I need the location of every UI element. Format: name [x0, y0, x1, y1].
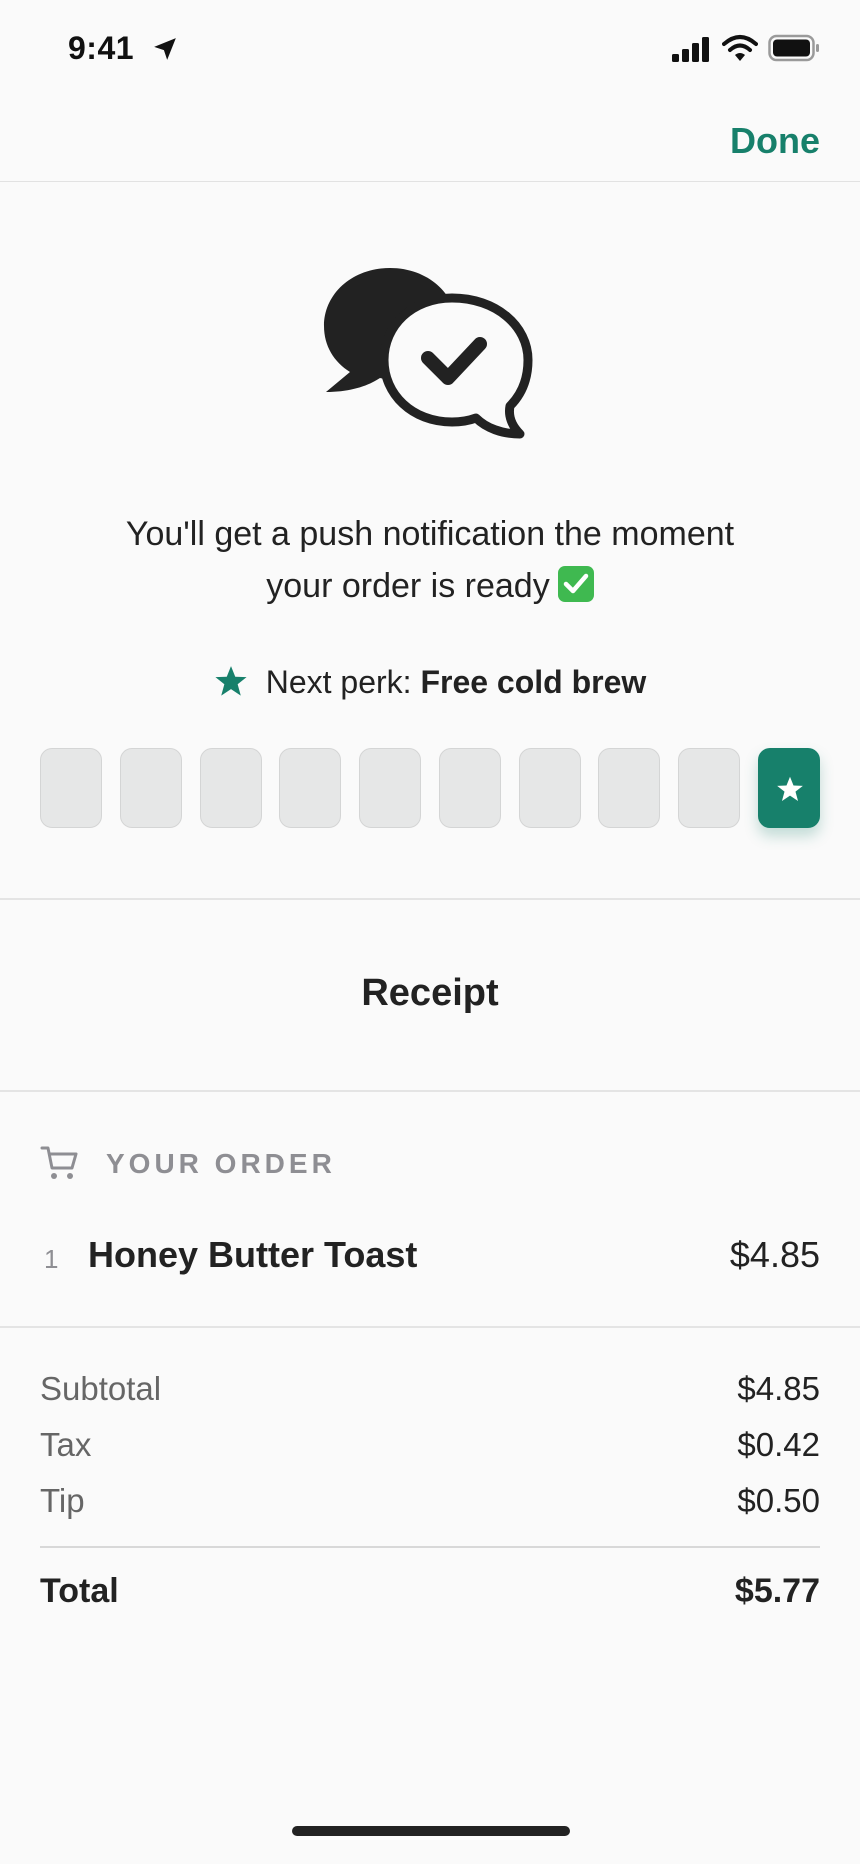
punch-slot: [279, 748, 342, 828]
subtotal-row: Subtotal $4.85: [40, 1370, 820, 1414]
home-indicator[interactable]: [292, 1826, 570, 1836]
check-emoji-icon: [557, 566, 594, 602]
your-order-header: YOUR ORDER: [40, 1144, 540, 1188]
punch-slot: [678, 748, 741, 828]
battery-icon: [768, 34, 819, 62]
chat-bubbles-check-icon: [324, 268, 533, 439]
tip-label: Tip: [40, 1482, 85, 1519]
notification-message: You'll get a push notification the momen…: [60, 508, 800, 612]
total-row: Total $5.77: [40, 1572, 820, 1622]
tax-row: Tax $0.42: [40, 1426, 820, 1470]
location-arrow-icon: [154, 38, 176, 60]
tip-value: $0.50: [737, 1482, 820, 1519]
order-item: 1 Honey Butter Toast $4.85: [40, 1230, 820, 1280]
punch-slot: [438, 748, 501, 828]
punch-slot: [199, 748, 262, 828]
wifi-icon: [722, 35, 758, 61]
divider: [0, 1090, 860, 1092]
order-confirmation-screen: 9:41 Done You'll get a push notification…: [0, 0, 860, 1864]
notification-message-line1: You'll get a push notification the momen…: [125, 515, 735, 553]
punch-slot: [598, 748, 661, 828]
punch-slot-perk: [758, 748, 820, 828]
tax-value: $0.42: [737, 1426, 820, 1463]
total-value: $5.77: [734, 1572, 820, 1610]
nav-bar: Done: [0, 100, 860, 182]
punch-slot: [359, 748, 422, 828]
total-divider: [40, 1546, 820, 1548]
item-name: Honey Butter Toast: [88, 1234, 418, 1275]
tip-row: Tip $0.50: [40, 1482, 820, 1526]
done-button[interactable]: Done: [730, 120, 820, 162]
signal-icon: [672, 37, 709, 62]
punch-slot: [518, 748, 581, 828]
subtotal-label: Subtotal: [40, 1370, 162, 1407]
perk-value: Free cold brew: [420, 664, 647, 700]
divider: [0, 1326, 860, 1328]
item-quantity: 1: [44, 1244, 59, 1274]
total-label: Total: [40, 1572, 119, 1610]
star-icon: [215, 666, 247, 696]
your-order-label: YOUR ORDER: [106, 1148, 336, 1179]
item-price: $4.85: [729, 1234, 820, 1275]
status-bar: 9:41: [0, 0, 860, 100]
status-time: 9:41: [68, 30, 135, 66]
divider: [0, 898, 860, 900]
tax-label: Tax: [40, 1426, 92, 1463]
next-perk: Next perk: Free cold brew: [0, 664, 860, 701]
perk-label: Next perk:: [265, 664, 421, 700]
punch-slot: [119, 748, 182, 828]
punch-card: [40, 748, 820, 828]
star-icon: [777, 776, 803, 802]
receipt-title: Receipt: [361, 972, 499, 1014]
cart-icon: [40, 1146, 78, 1179]
subtotal-value: $4.85: [737, 1370, 820, 1407]
punch-slot: [40, 748, 102, 828]
notification-message-line2: your order is ready: [266, 567, 550, 605]
